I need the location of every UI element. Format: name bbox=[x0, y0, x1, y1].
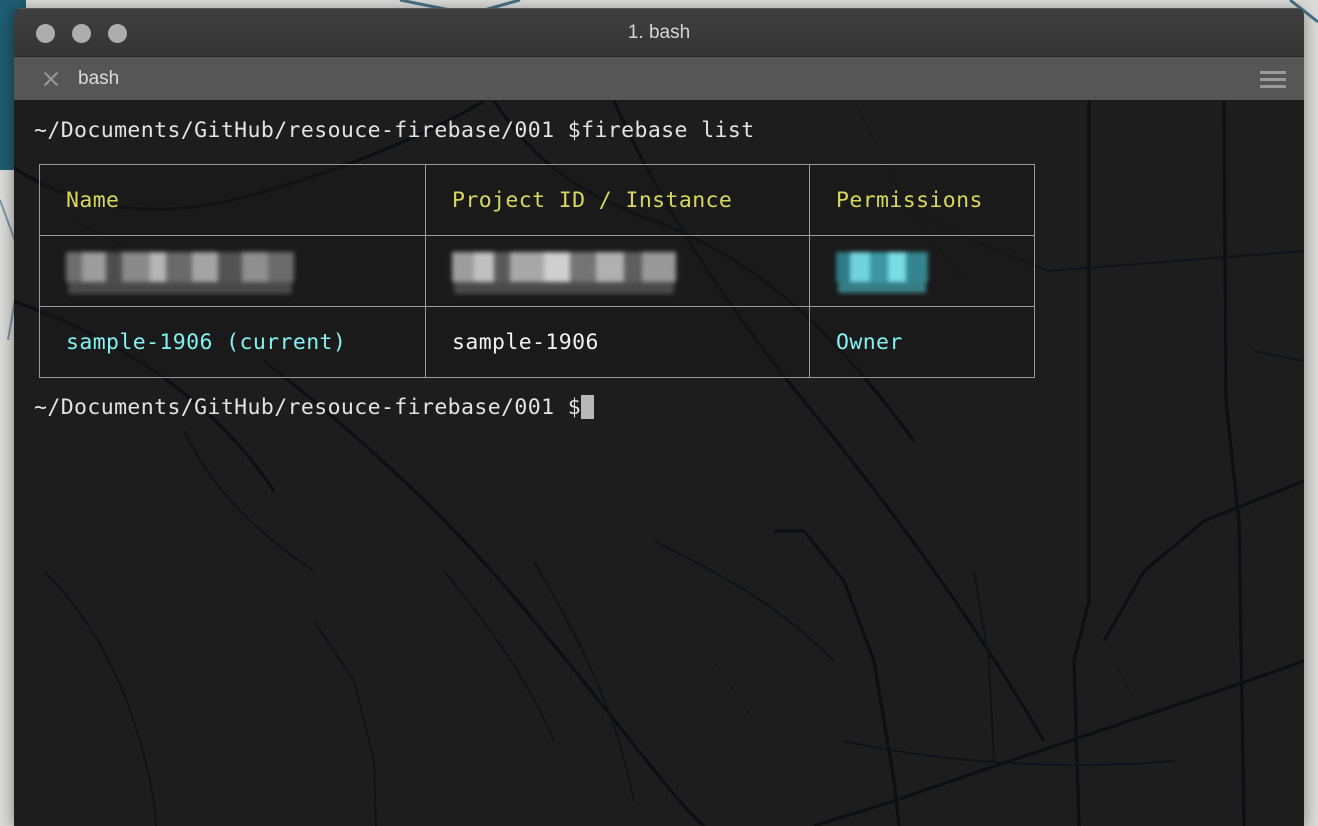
column-header-name: Name bbox=[39, 164, 426, 237]
window-title: 1. bash bbox=[627, 21, 691, 43]
table-header-row: Name Project ID / Instance Permissions bbox=[39, 164, 1035, 237]
hamburger-line bbox=[1260, 85, 1286, 88]
prompt-text: ~/Documents/GitHub/resouce-firebase/001 … bbox=[34, 395, 582, 421]
cell-name: sample-1906 (current) bbox=[39, 306, 426, 379]
hamburger-line bbox=[1260, 78, 1286, 81]
table-row: sample-1906 (current) sample-1906 Owner bbox=[39, 306, 1035, 379]
text-cursor bbox=[581, 395, 595, 420]
hamburger-line bbox=[1260, 71, 1286, 74]
column-header-permissions: Permissions bbox=[809, 164, 1035, 237]
cell-project-id: sample-1906 bbox=[425, 306, 810, 379]
cell-permissions: Owner bbox=[809, 306, 1035, 379]
cell-name-redacted bbox=[39, 235, 426, 308]
redacted-block bbox=[452, 251, 676, 282]
redacted-block bbox=[836, 251, 928, 282]
table-row bbox=[39, 235, 1035, 308]
column-header-project-id: Project ID / Instance bbox=[425, 164, 810, 237]
desktop-wallpaper: 1. bash bash ~/Documents/GitHub/resouce-… bbox=[0, 0, 1318, 826]
window-titlebar[interactable]: 1. bash bbox=[14, 8, 1304, 57]
firebase-projects-table: Name Project ID / Instance Permissions s… bbox=[39, 164, 1035, 379]
cell-project-id-redacted bbox=[425, 235, 810, 308]
hamburger-icon[interactable] bbox=[1260, 71, 1286, 88]
prompt-line-active[interactable]: ~/Documents/GitHub/resouce-firebase/001 … bbox=[34, 392, 1304, 423]
terminal-content[interactable]: ~/Documents/GitHub/resouce-firebase/001 … bbox=[14, 101, 1304, 423]
cell-permissions-redacted bbox=[809, 235, 1035, 308]
tab-item-bash[interactable]: bash bbox=[78, 68, 119, 90]
tab-bar[interactable]: bash bbox=[14, 57, 1304, 101]
prompt-line-command: ~/Documents/GitHub/resouce-firebase/001 … bbox=[34, 118, 755, 143]
terminal-body[interactable]: ~/Documents/GitHub/resouce-firebase/001 … bbox=[14, 101, 1304, 826]
redacted-block bbox=[66, 251, 294, 282]
terminal-window[interactable]: 1. bash bash ~/Documents/GitHub/resouce-… bbox=[14, 8, 1304, 826]
close-icon[interactable] bbox=[42, 70, 60, 88]
